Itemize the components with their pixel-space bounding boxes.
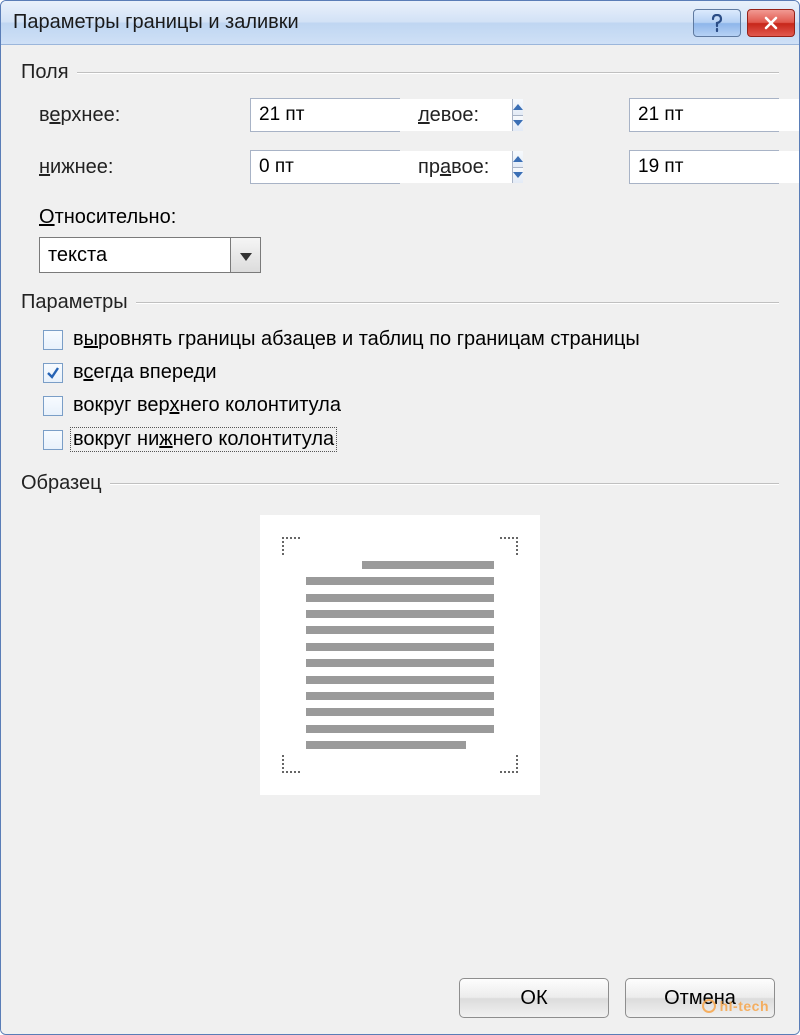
- preview-line: [306, 692, 494, 700]
- relative-dropdown[interactable]: текста: [39, 237, 261, 273]
- help-button[interactable]: [693, 9, 741, 37]
- dialog-window: Параметры границы и заливки Поля: [0, 0, 800, 1035]
- margins-grid: верхнее: левое:: [39, 98, 779, 184]
- bottom-margin-spinner[interactable]: [250, 150, 400, 184]
- options-list: выровнять границы абзацев и таблиц по гр…: [43, 328, 779, 452]
- dialog-buttons: ОК Отмена hI-tech: [21, 972, 779, 1020]
- checkbox-align[interactable]: [43, 330, 63, 350]
- client-area: Поля верхнее: левое:: [1, 45, 799, 1034]
- preview-line: [306, 659, 494, 667]
- group-preview-legend: Образец: [21, 472, 110, 495]
- option-align-row: выровнять границы абзацев и таблиц по гр…: [43, 328, 779, 351]
- window-title: Параметры границы и заливки: [13, 11, 693, 34]
- top-margin-spinner[interactable]: [250, 98, 400, 132]
- right-margin-input[interactable]: [630, 151, 800, 183]
- close-icon: [763, 15, 779, 31]
- group-options-legend: Параметры: [21, 291, 136, 314]
- preview-line: [306, 676, 494, 684]
- crop-mark-br: [500, 755, 518, 773]
- preview-line: [306, 626, 494, 634]
- preview-line: [306, 725, 494, 733]
- group-margins-header: Поля: [21, 61, 779, 84]
- checkbox-around-footer-label: вокруг нижнего колонтитула: [70, 427, 337, 452]
- label-left-margin: левое:: [418, 104, 611, 127]
- divider: [136, 302, 779, 303]
- crop-mark-bl: [282, 755, 300, 773]
- group-options-header: Параметры: [21, 291, 779, 314]
- right-margin-spinner[interactable]: [629, 150, 779, 184]
- crop-mark-tl: [282, 537, 300, 555]
- close-button[interactable]: [747, 9, 795, 37]
- label-top-margin: верхнее:: [39, 104, 232, 127]
- left-margin-spinner[interactable]: [629, 98, 779, 132]
- watermark-icon: [702, 999, 716, 1013]
- preview-text-lines: [306, 561, 494, 749]
- preview-line: [306, 708, 494, 716]
- divider: [110, 483, 779, 484]
- preview-page: [260, 515, 540, 795]
- preview-line: [306, 594, 494, 602]
- checkbox-around-footer[interactable]: [43, 430, 63, 450]
- group-preview-header: Образец: [21, 472, 779, 495]
- option-always-front-row: всегда впереди: [43, 361, 779, 384]
- ok-button[interactable]: ОК: [459, 978, 609, 1018]
- relative-block: Относительно: текста: [39, 206, 779, 273]
- titlebar-buttons: [693, 9, 795, 37]
- group-preview: Образец: [21, 472, 779, 962]
- preview-line: [306, 610, 494, 618]
- preview-line: [362, 561, 494, 569]
- relative-value: текста: [40, 238, 230, 272]
- titlebar: Параметры границы и заливки: [1, 1, 799, 45]
- group-margins: Поля верхнее: левое:: [21, 61, 779, 281]
- checkbox-around-header[interactable]: [43, 396, 63, 416]
- checkbox-always-front-label: всегда впереди: [73, 361, 217, 384]
- crop-mark-tr: [500, 537, 518, 555]
- watermark: hI-tech: [702, 998, 769, 1014]
- group-margins-legend: Поля: [21, 61, 77, 84]
- preview-line: [306, 741, 466, 749]
- chevron-down-icon: [240, 245, 252, 266]
- checkbox-around-header-label: вокруг верхнего колонтитула: [73, 394, 341, 417]
- divider: [77, 72, 779, 73]
- dropdown-button[interactable]: [230, 238, 260, 272]
- label-right-margin: правое:: [418, 156, 611, 179]
- preview-area: [21, 515, 779, 962]
- group-options: Параметры выровнять границы абзацев и та…: [21, 291, 779, 462]
- checkbox-always-front[interactable]: [43, 363, 63, 383]
- checkbox-align-label: выровнять границы абзацев и таблиц по гр…: [73, 328, 640, 351]
- preview-line: [306, 643, 494, 651]
- left-margin-input[interactable]: [630, 99, 800, 131]
- label-bottom-margin: нижнее:: [39, 156, 232, 179]
- option-around-header-row: вокруг верхнего колонтитула: [43, 394, 779, 417]
- help-icon: [710, 14, 724, 32]
- option-around-footer-row: вокруг нижнего колонтитула: [43, 427, 779, 452]
- preview-line: [306, 577, 494, 585]
- relative-label: Относительно:: [39, 206, 779, 229]
